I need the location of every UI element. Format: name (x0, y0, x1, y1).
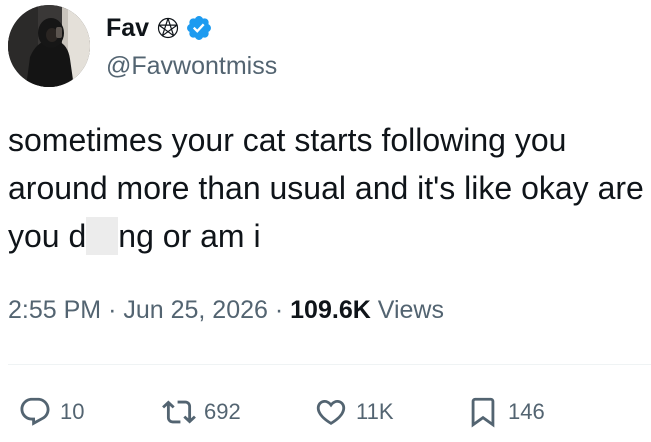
views-label: Views (377, 296, 444, 324)
heart-icon (314, 395, 348, 429)
tweet-date[interactable]: Jun 25, 2026 (123, 296, 268, 324)
verified-badge-icon[interactable] (185, 14, 213, 42)
name-row: Fav (106, 10, 213, 46)
meta-separator: · (108, 296, 117, 324)
reply-count: 10 (60, 399, 85, 424)
user-handle[interactable]: @Favwontmiss (106, 52, 277, 81)
bookmark-button[interactable]: 146 (466, 393, 545, 431)
tweet-meta: 2:55 PM · Jun 25, 2026 · 109.6K Views (8, 296, 444, 325)
reply-icon (18, 395, 52, 429)
divider (8, 364, 651, 365)
retweet-icon (162, 395, 196, 429)
tweet: Fav @Favwontmiss sometimes your cat star… (0, 0, 651, 442)
tweet-time[interactable]: 2:55 PM (8, 296, 101, 324)
tweet-text-part-2: ng or am i (118, 218, 261, 254)
avatar[interactable] (8, 5, 90, 87)
bookmark-count: 146 (508, 399, 545, 424)
display-name[interactable]: Fav (106, 14, 149, 43)
bookmark-icon (466, 395, 500, 429)
like-button[interactable]: 11K (314, 393, 394, 431)
retweet-count: 692 (204, 399, 241, 424)
tweet-text: sometimes your cat starts following you … (8, 116, 648, 260)
reply-button[interactable]: 10 (18, 393, 84, 431)
views-count: 109.6K (290, 296, 371, 324)
censored-letter (86, 217, 119, 255)
like-count: 11K (356, 399, 394, 424)
meta-separator: · (274, 296, 284, 324)
pentagram-star-icon (157, 17, 179, 39)
retweet-button[interactable]: 692 (162, 393, 241, 431)
